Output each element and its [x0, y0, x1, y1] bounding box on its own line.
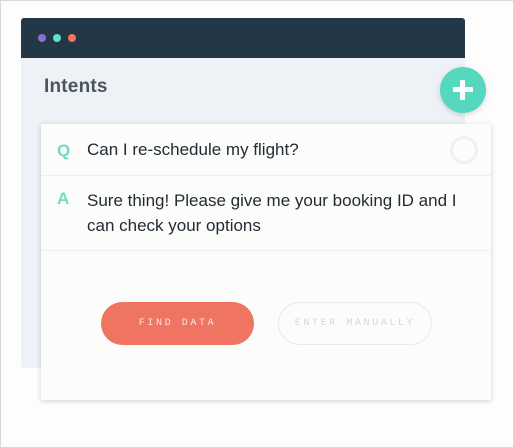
answer-row[interactable]: A Sure thing! Please give me your bookin…: [41, 176, 491, 251]
screenshot-frame: Intents Q Can I re-schedule my flight? A…: [0, 0, 514, 448]
enter-manually-button[interactable]: ENTER MANUALLY: [278, 302, 432, 345]
add-intent-button[interactable]: [440, 67, 486, 113]
find-data-button[interactable]: FIND DATA: [101, 302, 254, 345]
window-minimize-dot[interactable]: [53, 34, 61, 42]
question-marker: Q: [57, 141, 71, 160]
intent-card: Q Can I re-schedule my flight? A Sure th…: [41, 124, 491, 400]
select-radio[interactable]: [450, 136, 478, 164]
window-titlebar: [21, 18, 465, 58]
answer-marker: A: [57, 189, 70, 208]
question-row[interactable]: Q Can I re-schedule my flight?: [41, 124, 491, 176]
answer-text: Sure thing! Please give me your booking …: [87, 191, 457, 235]
page-title: Intents: [44, 76, 108, 97]
window-maximize-dot[interactable]: [68, 34, 76, 42]
window-close-dot[interactable]: [38, 34, 46, 42]
question-text: Can I re-schedule my flight?: [87, 140, 299, 159]
